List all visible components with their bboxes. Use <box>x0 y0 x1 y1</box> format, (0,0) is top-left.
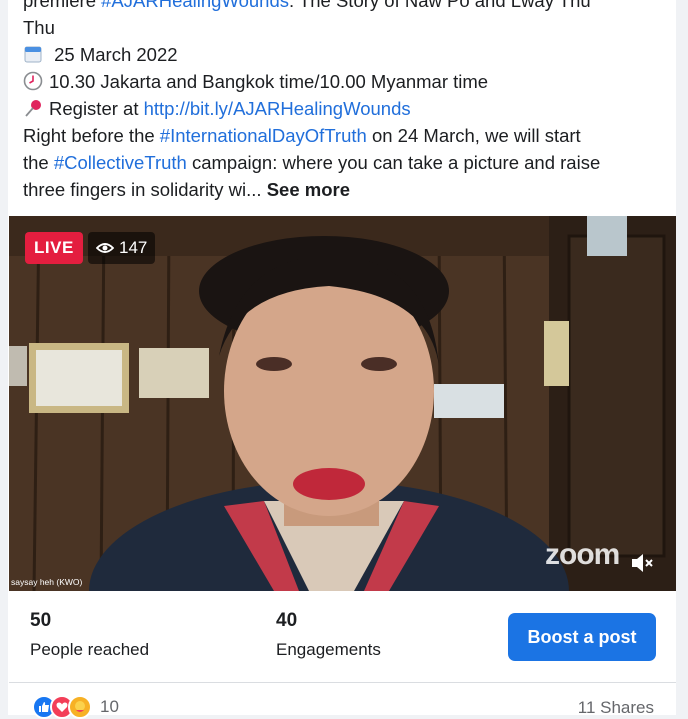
post-text: premiere #AJARHealingWounds: The Story o… <box>23 0 663 203</box>
people-reached-stat: 50 People reached <box>30 610 149 660</box>
post-line-6: Right before the #InternationalDayOfTrut… <box>23 125 581 146</box>
post-line-1: premiere #AJARHealingWounds: The Story o… <box>23 0 663 14</box>
divider <box>9 682 676 683</box>
pushpin-icon <box>25 100 41 117</box>
hashtag-ajar-healing-wounds[interactable]: #AJARHealingWounds <box>101 0 289 11</box>
people-reached-label: People reached <box>30 640 150 659</box>
shares-count[interactable]: 11 Shares <box>578 698 654 718</box>
speaker-name-label: saysay heh (KWO) <box>11 577 83 587</box>
zoom-watermark: zoom <box>545 538 620 571</box>
eye-icon <box>96 243 114 253</box>
live-video-player[interactable]: LIVE 147 saysay heh (KWO) zoom <box>9 216 676 591</box>
see-more-link[interactable]: See more <box>267 179 350 200</box>
hashtag-international-day-of-truth[interactable]: #InternationalDayOfTruth <box>160 125 367 146</box>
engagements-label: Engagements <box>276 640 381 659</box>
register-link[interactable]: http://bit.ly/AJARHealingWounds <box>144 98 411 119</box>
clock-icon <box>23 71 43 91</box>
care-reaction-icon <box>68 695 92 719</box>
muted-speaker-icon[interactable] <box>629 550 655 576</box>
live-badge: LIVE <box>25 232 83 264</box>
post-line-7: the #CollectiveTruth campaign: where you… <box>23 152 601 173</box>
viewer-count-badge: 147 <box>88 232 156 264</box>
post-line-8: three fingers in solidarity wi... See mo… <box>23 179 350 200</box>
video-frame <box>9 216 676 591</box>
engagements-stat: 40 Engagements <box>276 610 381 660</box>
time-line: 10.30 Jakarta and Bangkok time/10.00 Mya… <box>23 68 663 95</box>
viewer-count: 147 <box>119 238 148 257</box>
boost-post-button[interactable]: Boost a post <box>508 613 656 661</box>
hashtag-collective-truth[interactable]: #CollectiveTruth <box>54 152 187 173</box>
reactions-count: 10 <box>100 697 119 716</box>
people-reached-count: 50 <box>30 610 52 631</box>
calendar-icon <box>24 46 42 63</box>
reactions-summary[interactable]: 10 <box>32 695 119 719</box>
post-insights: 50 People reached 40 Engagements Boost a… <box>9 591 676 681</box>
date-line: 25 March 2022 <box>23 41 663 68</box>
engagements-count: 40 <box>276 610 298 631</box>
post-line-2: Thu <box>23 17 55 38</box>
register-line: Register at http://bit.ly/AJARHealingWou… <box>23 95 663 122</box>
